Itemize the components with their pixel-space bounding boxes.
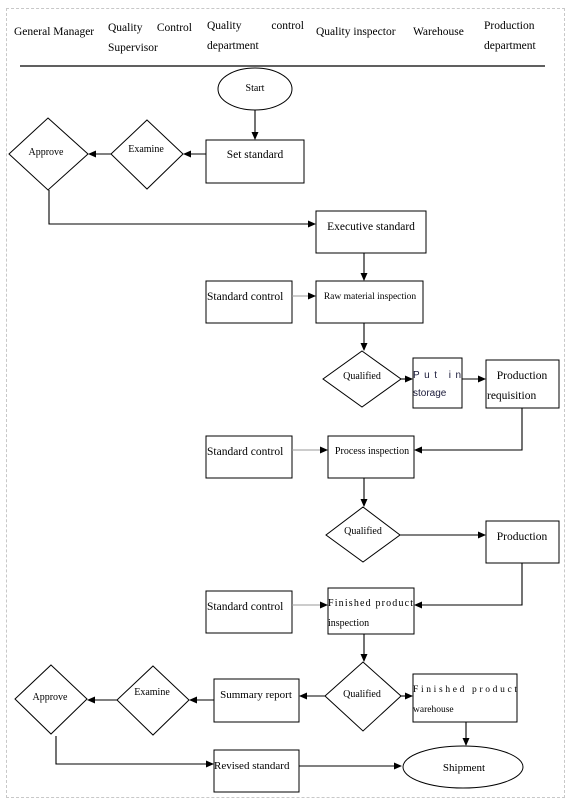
arrow-approve-to-executive-standard — [48, 190, 316, 228]
qualified-label-3: Qualified — [343, 689, 381, 700]
production-requisition-label-line2: requisition — [487, 390, 536, 402]
standard-control-label-2: Standard control — [207, 446, 283, 458]
approve-label-bottom: Approve — [33, 692, 69, 703]
executive-standard-label: Executive standard — [327, 221, 415, 233]
finished-product-warehouse-label-line2: warehouse — [413, 705, 454, 715]
arrow-requisition-to-process-inspection — [414, 408, 523, 454]
set-standard-box — [205, 139, 305, 184]
start-label: Start — [246, 83, 265, 94]
qualified-label-1: Qualified — [343, 371, 381, 382]
summary-report-label: Summary report — [220, 689, 292, 701]
examine-label-top: Examine — [128, 144, 164, 155]
raw-material-inspection-box — [315, 280, 424, 324]
shipment-label: Shipment — [443, 762, 485, 774]
process-inspection-label: Process inspection — [335, 446, 409, 457]
qualified-label-2: Qualified — [344, 526, 382, 537]
standard-control-label-3: Standard control — [207, 601, 283, 613]
standard-control-label-1: Standard control — [207, 291, 283, 303]
examine-decision-bottom — [116, 665, 190, 736]
finished-product-inspection-label-line1: Finished product — [328, 598, 413, 609]
flowchart: Start Approve Examine Set standard Execu… — [8, 65, 560, 793]
revised-standard-label: Revised standard — [214, 760, 290, 772]
process-inspection-box — [327, 435, 415, 479]
arrow-approve-to-revised-standard — [55, 736, 214, 768]
examine-label-bottom: Examine — [134, 687, 170, 698]
set-standard-label: Set standard — [227, 149, 284, 161]
finished-product-inspection-label-line2: inspection — [328, 618, 369, 629]
raw-material-inspection-label: Raw material inspection — [324, 292, 417, 302]
arrow-production-to-finished-inspection — [414, 563, 523, 609]
put-in-storage-label-line2: storage — [413, 388, 447, 399]
production-requisition-label-line1: Production — [497, 370, 548, 382]
approve-label-top: Approve — [29, 147, 65, 158]
production-label: Production — [497, 531, 548, 543]
put-in-storage-box — [412, 357, 463, 409]
